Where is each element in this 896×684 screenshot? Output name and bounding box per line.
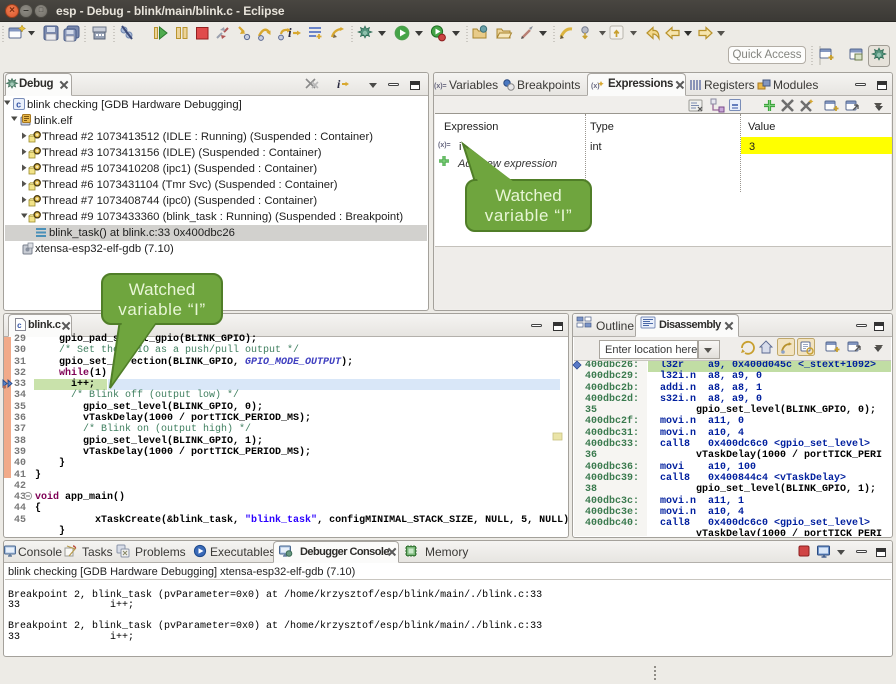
svg-text:i: i: [288, 25, 292, 40]
